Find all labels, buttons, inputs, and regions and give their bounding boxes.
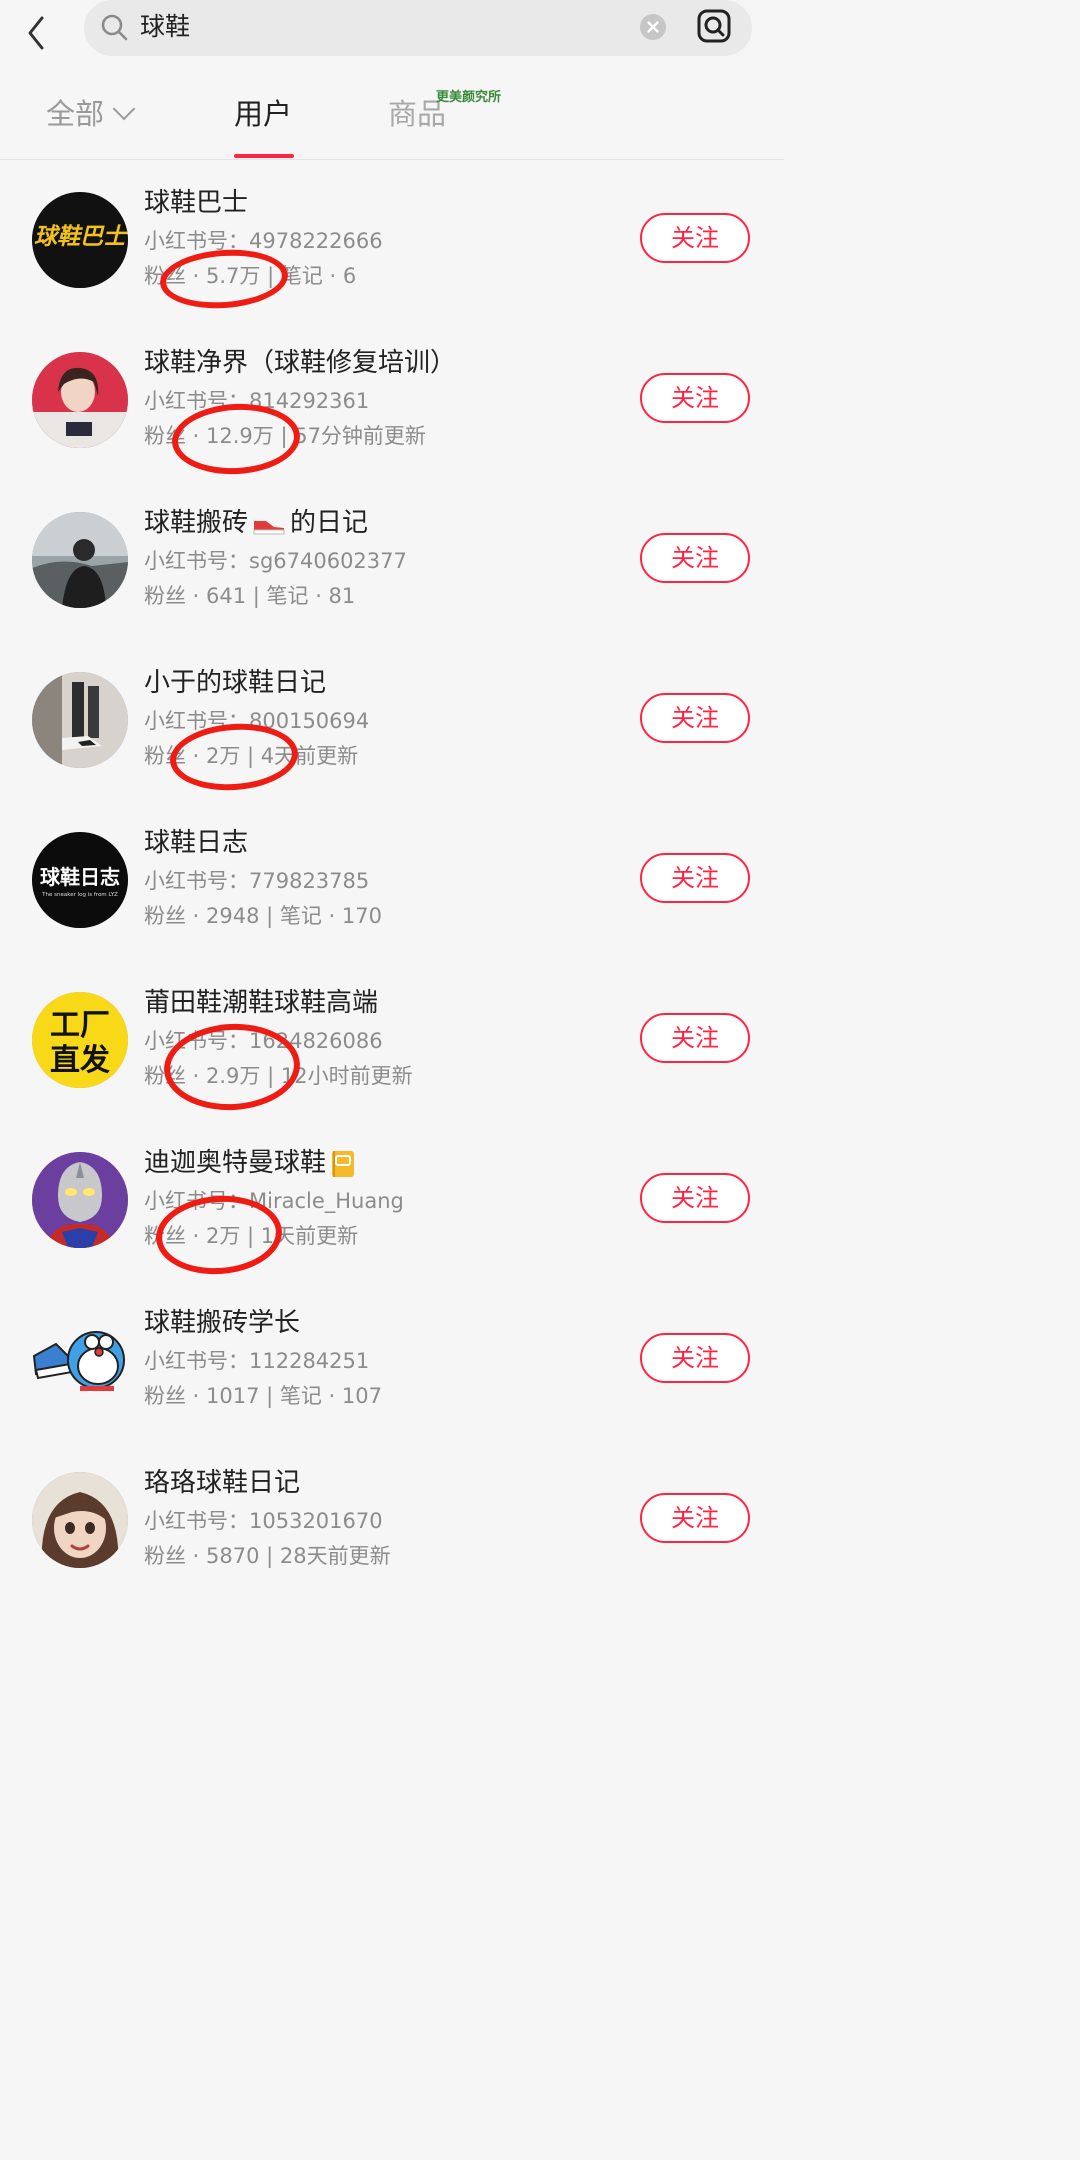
search-icon (101, 14, 128, 41)
follow-button[interactable]: 关注 (640, 693, 750, 743)
chevron-down-icon (112, 97, 136, 121)
user-name-part: 迪迦奥特曼球鞋 (144, 1148, 327, 1178)
avatar-image (32, 1312, 128, 1408)
tab-all-label: 全部 (46, 97, 105, 131)
avatar-image: 工厂 直发 (32, 992, 128, 1088)
user-id: 小红书号：sg6740602377 (144, 549, 407, 573)
avatar-text: 球鞋巴士 (34, 224, 128, 250)
close-icon (647, 21, 659, 33)
user-name: 莆田鞋潮鞋球鞋高端 (144, 988, 379, 1018)
user-name: 小于的球鞋日记 (144, 668, 327, 698)
avatar[interactable] (32, 352, 128, 448)
notebook-emoji-icon (332, 1150, 355, 1177)
avatar-image (32, 1472, 128, 1568)
avatar-subtext: The sneaker log is from LYZ (41, 892, 118, 898)
user-stats: 粉丝 · 2948 | 笔记 · 170 (144, 904, 383, 928)
back-button[interactable] (18, 6, 58, 50)
image-search-icon[interactable] (696, 8, 732, 44)
search-query: 球鞋 (140, 12, 191, 41)
active-tab-indicator (234, 154, 294, 158)
follow-button[interactable]: 关注 (640, 853, 750, 903)
avatar-text: 球鞋日志 (40, 865, 120, 889)
avatar[interactable]: 球鞋日志 The sneaker log is from LYZ (32, 832, 128, 928)
avatar[interactable] (32, 512, 128, 608)
avatar-text: 工厂 (50, 1008, 110, 1043)
user-row[interactable]: 球鞋日志 The sneaker log is from LYZ 球鞋日志 小红… (0, 800, 784, 960)
user-row[interactable]: 球鞋搬砖 的日记 小红书号：sg6740602377 粉丝 · 641 | 笔记 … (0, 480, 784, 640)
avatar[interactable]: 球鞋巴士 (32, 192, 128, 288)
follow-button[interactable]: 关注 (640, 213, 750, 263)
tab-users-label: 用户 (234, 97, 293, 131)
user-name: 球鞋巴士 (144, 188, 249, 218)
watermark: 更美颜究所 (436, 90, 502, 105)
user-stats: 粉丝 · 641 | 笔记 · 81 (144, 584, 356, 608)
sneaker-emoji-icon (253, 520, 285, 534)
user-name: 球鞋日志 (144, 828, 249, 858)
user-row[interactable]: 迪迦奥特曼球鞋 小红书号：Miracle_Huang 粉丝 · 2万 | 1天前… (0, 1120, 784, 1280)
user-name: 球鞋搬砖 的日记 (144, 504, 368, 542)
avatar-text: 直发 (50, 1043, 110, 1078)
user-name: 球鞋净界（球鞋修复培训） (144, 348, 457, 378)
tab-users[interactable]: 用户 (234, 94, 292, 134)
user-stats: 粉丝 · 1017 | 笔记 · 107 (144, 1384, 383, 1408)
search-tabs: 全部 用户 商品 更美颜究所 (0, 70, 784, 160)
user-row[interactable]: 球鞋巴士 球鞋巴士 小红书号：4978222666 粉丝 · 5.7万 | 笔记… (0, 160, 784, 320)
follow-button[interactable]: 关注 (640, 1013, 750, 1063)
avatar[interactable] (32, 1312, 128, 1408)
user-id: 小红书号：4978222666 (144, 229, 383, 253)
user-name: 迪迦奥特曼球鞋 (144, 1144, 360, 1182)
follow-button[interactable]: 关注 (640, 533, 750, 583)
avatar-image (32, 352, 128, 448)
avatar[interactable] (32, 672, 128, 768)
avatar-image (32, 512, 128, 608)
user-id: 小红书号：112284251 (144, 1349, 370, 1373)
follow-button[interactable]: 关注 (640, 1333, 750, 1383)
tab-all[interactable]: 全部 (46, 94, 136, 134)
avatar-image (32, 1152, 128, 1248)
chevron-left-icon (28, 16, 44, 50)
user-row[interactable]: 工厂 直发 莆田鞋潮鞋球鞋高端 小红书号：1624826086 粉丝 · 2.9… (0, 960, 784, 1120)
avatar[interactable]: 工厂 直发 (32, 992, 128, 1088)
avatar-image: 球鞋巴士 (32, 192, 128, 288)
follow-button[interactable]: 关注 (640, 1493, 750, 1543)
search-input[interactable]: 球鞋 (84, 0, 752, 56)
user-name-part: 球鞋搬砖 (144, 508, 249, 538)
user-name-part: 的日记 (290, 508, 369, 538)
user-name: 球鞋搬砖学长 (144, 1308, 301, 1338)
user-row[interactable]: 球鞋净界（球鞋修复培训） 小红书号：814292361 粉丝 · 12.9万 |… (0, 320, 784, 480)
follow-button[interactable]: 关注 (640, 1173, 750, 1223)
avatar[interactable] (32, 1472, 128, 1568)
user-row[interactable]: 小于的球鞋日记 小红书号：800150694 粉丝 · 2万 | 4天前更新 关… (0, 640, 784, 800)
top-bar: 球鞋 (0, 0, 784, 60)
avatar[interactable] (32, 1152, 128, 1248)
clear-search-button[interactable] (640, 14, 666, 40)
user-stats: 粉丝 · 5870 | 28天前更新 (144, 1544, 391, 1568)
follow-button[interactable]: 关注 (640, 373, 750, 423)
user-id: 小红书号：779823785 (144, 869, 370, 893)
user-name: 珞珞球鞋日记 (144, 1468, 301, 1498)
user-id: 小红书号：1053201670 (144, 1509, 383, 1533)
user-row[interactable]: 珞珞球鞋日记 小红书号：1053201670 粉丝 · 5870 | 28天前更… (0, 1440, 784, 1600)
avatar-image: 球鞋日志 The sneaker log is from LYZ (32, 832, 128, 928)
avatar-image (32, 672, 128, 768)
user-row[interactable]: 球鞋搬砖学长 小红书号：112284251 粉丝 · 1017 | 笔记 · 1… (0, 1280, 784, 1440)
